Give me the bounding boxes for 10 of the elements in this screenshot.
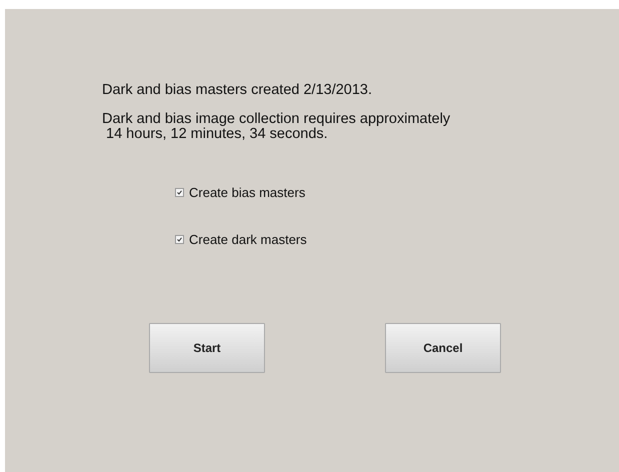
checkbox[interactable] [175, 188, 184, 197]
checkbox-option[interactable]: Create dark masters [175, 232, 619, 247]
checkbox[interactable] [175, 235, 184, 244]
checkbox-option[interactable]: Create bias masters [175, 185, 619, 200]
option-label: Create dark masters [189, 232, 307, 247]
message-text: Dark and bias masters created 2/13/2013. [102, 83, 374, 98]
option-label: Create bias masters [189, 185, 306, 200]
dialog-button[interactable]: Start [149, 323, 265, 373]
dialog-button[interactable]: Cancel [385, 323, 501, 373]
message-text: Dark and bias image collection requires approximately 14 hours, 12 minutes, 34 seconds. [102, 112, 452, 142]
